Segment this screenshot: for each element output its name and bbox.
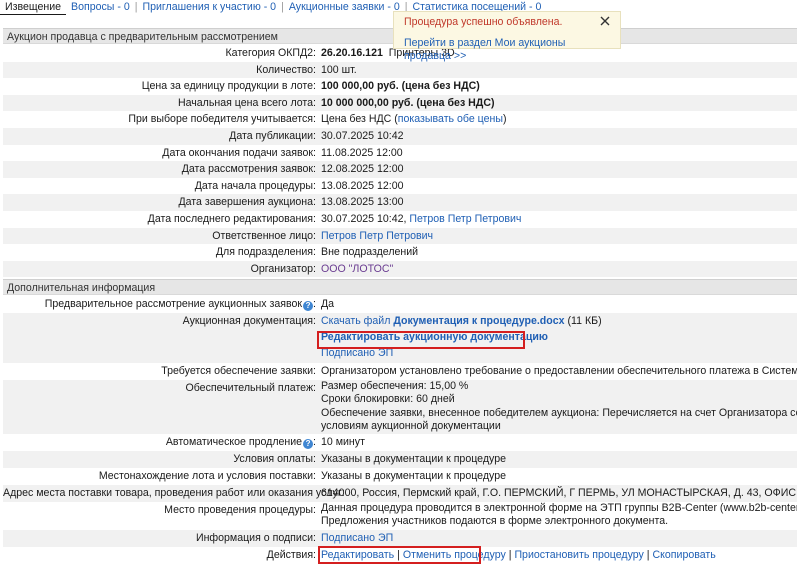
delivery-address-value: 614000, Россия, Пермский край, Г.О. ПЕРМ… bbox=[321, 487, 797, 499]
row-finish-date: Дата завершения аукциона: 13.08.2025 13:… bbox=[3, 194, 797, 211]
apps-deadline-value: 11.08.2025 12:00 bbox=[321, 146, 403, 159]
responsible-user-link[interactable]: Петров Петр Петрович bbox=[321, 230, 433, 242]
quantity-label: Количество: bbox=[256, 63, 316, 76]
payment-winner-security-cont: условиям аукционной документации bbox=[321, 420, 501, 433]
row-payment-terms: Условия оплаты: Указаны в документации к… bbox=[3, 451, 797, 468]
auction-docs-label: Аукционная документация: bbox=[182, 315, 316, 327]
finish-date-value: 13.08.2025 13:00 bbox=[321, 196, 404, 209]
actions-label: Действия: bbox=[266, 549, 316, 561]
action-separator: | bbox=[508, 549, 512, 561]
row-organizer: Организатор: ООО "ЛОТОС" bbox=[3, 260, 797, 278]
docs-file-link[interactable]: Документация к процедуре.docx bbox=[393, 315, 564, 327]
my-auctions-link[interactable]: Перейти в раздел Мои аукционы продавца >… bbox=[404, 37, 610, 63]
start-date-value: 13.08.2025 12:00 bbox=[321, 179, 404, 192]
start-date-label: Дата начала процедуры: bbox=[194, 179, 316, 192]
row-division: Для подразделения: Вне подразделений bbox=[3, 244, 797, 261]
copy-procedure-link[interactable]: Скопировать bbox=[653, 549, 716, 561]
lot-location-value: Указаны в документации к процедуре bbox=[321, 470, 506, 482]
organizer-label: Организатор: bbox=[250, 262, 316, 275]
tab-notice[interactable]: Извещение bbox=[0, 0, 67, 15]
prelim-review-value: Да bbox=[321, 298, 335, 310]
security-required-value: Организатором установлено требование о п… bbox=[321, 365, 797, 377]
payment-terms-label: Условия оплаты: bbox=[233, 453, 316, 465]
publication-date-value: 30.07.2025 10:42 bbox=[321, 130, 404, 142]
action-separator: | bbox=[646, 549, 650, 561]
prelim-review-label-wrap: Предварительное рассмотрение аукционных … bbox=[44, 298, 316, 311]
tab-questions[interactable]: Вопросы - 0 bbox=[66, 0, 135, 14]
tab-invitations[interactable]: Приглашения к участию - 0 bbox=[138, 0, 282, 14]
review-date-label: Дата рассмотрения заявок: bbox=[181, 163, 316, 176]
lot-location-label: Местонахождение лота и условия поставки: bbox=[98, 470, 316, 482]
row-venue: Место проведения процедуры: Данная проце… bbox=[3, 502, 797, 530]
success-notification: Процедура успешно объявлена. Перейти в р… bbox=[393, 11, 621, 62]
row-delivery-address: Адрес места поставки товара, проведения … bbox=[3, 485, 797, 502]
row-winner-criteria: При выборе победителя учитывается: Цена … bbox=[3, 111, 797, 128]
payment-terms-value: Указаны в документации к процедуре bbox=[321, 453, 506, 465]
docs-file-size: (11 КБ) bbox=[567, 315, 602, 327]
unit-price-label: Цена за единицу продукции в лоте: bbox=[141, 80, 316, 93]
row-unit-price: Цена за единицу продукции в лоте: 100 00… bbox=[3, 78, 797, 95]
division-value: Вне подразделений bbox=[321, 246, 419, 259]
last-edited-value: 30.07.2025 10:42, bbox=[321, 213, 407, 225]
row-lot-location: Местонахождение лота и условия поставки:… bbox=[3, 468, 797, 485]
prelim-review-label: Предварительное рассмотрение аукционных … bbox=[44, 298, 303, 310]
download-file-link[interactable]: Скачать файл bbox=[321, 315, 390, 327]
tab-auction-bids[interactable]: Аукционные заявки - 0 bbox=[284, 0, 405, 14]
payment-lock-period: Сроки блокировки: 60 дней bbox=[321, 393, 455, 406]
quantity-value: 100 шт. bbox=[321, 63, 357, 76]
close-icon[interactable] bbox=[599, 15, 611, 27]
unit-price-value: 100 000,00 руб. (цена без НДС) bbox=[321, 80, 480, 93]
row-apps-deadline: Дата окончания подачи заявок: 11.08.2025… bbox=[3, 145, 797, 162]
venue-line-2: Предложения участников подаются в форме … bbox=[321, 515, 669, 528]
start-price-value: 10 000 000,00 руб. (цена без НДС) bbox=[321, 96, 495, 109]
start-price-label: Начальная цена всего лота: bbox=[177, 96, 316, 109]
payment-winner-security: Обеспечение заявки, внесенное победителе… bbox=[321, 406, 797, 419]
row-security-required: Требуется обеспечение заявки: Организато… bbox=[3, 363, 797, 380]
suspend-procedure-link[interactable]: Приостановить процедуру bbox=[514, 549, 643, 561]
organizer-link[interactable]: ООО "ЛОТОС" bbox=[321, 263, 393, 275]
okpd-code: 26.20.16.121 bbox=[321, 47, 383, 59]
security-required-label: Требуется обеспечение заявки: bbox=[161, 365, 316, 377]
section-header-additional: Дополнительная информация bbox=[3, 279, 797, 295]
highlight-edit-docs bbox=[317, 331, 525, 349]
delivery-address-label: Адрес места поставки товара, проведения … bbox=[3, 487, 345, 499]
okpd-label: Категория ОКПД2: bbox=[225, 47, 316, 59]
row-security-payment: Обеспечительный платеж: Размер обеспечен… bbox=[3, 380, 797, 434]
row-auto-extension: Автоматическое продление?: 10 минут bbox=[3, 434, 797, 451]
row-start-date: Дата начала процедуры: 13.08.2025 12:00 bbox=[3, 178, 797, 195]
row-review-date: Дата рассмотрения заявок: 12.08.2025 12:… bbox=[3, 161, 797, 178]
row-quantity: Количество: 100 шт. bbox=[3, 61, 797, 79]
responsible-label: Ответственное лицо: bbox=[212, 229, 316, 242]
winner-criteria-value: Цена без НДС ( bbox=[321, 113, 398, 126]
row-signature-info: Информация о подписи: Подписано ЭП bbox=[3, 530, 797, 547]
apps-deadline-label: Дата окончания подачи заявок: bbox=[162, 146, 316, 159]
venue-label: Место проведения процедуры: bbox=[164, 504, 316, 516]
signature-info-link[interactable]: Подписано ЭП bbox=[321, 532, 393, 544]
show-both-prices-link[interactable]: показывать обе цены bbox=[398, 113, 503, 125]
auto-extension-label: Автоматическое продление bbox=[165, 436, 303, 448]
signature-info-label: Информация о подписи: bbox=[195, 532, 316, 544]
publication-date-label: Дата публикации: bbox=[229, 130, 316, 142]
row-prelim-review: Предварительное рассмотрение аукционных … bbox=[3, 296, 797, 313]
winner-criteria-close: ) bbox=[502, 113, 507, 126]
success-message: Процедура успешно объявлена. bbox=[404, 16, 563, 28]
row-start-price: Начальная цена всего лота: 10 000 000,00… bbox=[3, 94, 797, 112]
division-label: Для подразделения: bbox=[215, 246, 316, 259]
winner-criteria-label: При выборе победителя учитывается: bbox=[128, 113, 316, 126]
finish-date-label: Дата завершения аукциона: bbox=[178, 196, 316, 209]
help-icon[interactable]: ? bbox=[303, 301, 314, 311]
row-publication-date: Дата публикации: 30.07.2025 10:42 bbox=[3, 128, 797, 145]
security-payment-label: Обеспечительный платеж: bbox=[185, 382, 316, 394]
last-edited-label: Дата последнего редактирования: bbox=[147, 213, 316, 225]
payment-size: Размер обеспечения: 15,00 % bbox=[321, 380, 469, 392]
review-date-value: 12.08.2025 12:00 bbox=[321, 163, 404, 176]
last-edited-user-link[interactable]: Петров Петр Петрович bbox=[409, 213, 521, 225]
highlight-actions bbox=[318, 546, 481, 564]
row-last-edited: Дата последнего редактирования: 30.07.20… bbox=[3, 211, 797, 228]
venue-line-1: Данная процедура проводится в электронно… bbox=[321, 502, 797, 514]
help-icon[interactable]: ? bbox=[303, 439, 314, 449]
auto-extension-value: 10 минут bbox=[321, 436, 365, 448]
row-responsible: Ответственное лицо: Петров Петр Петрович bbox=[3, 227, 797, 245]
